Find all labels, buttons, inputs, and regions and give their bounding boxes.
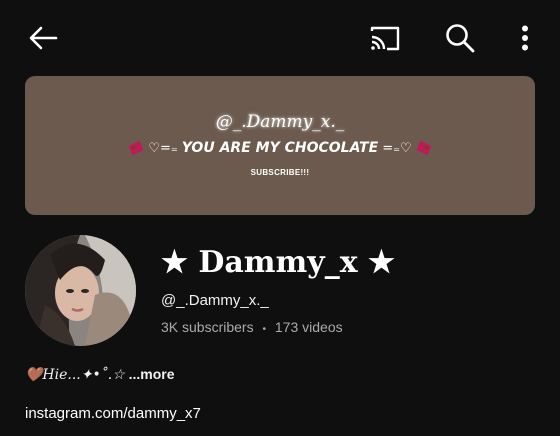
- more-vert-icon: [522, 25, 528, 51]
- channel-banner[interactable]: @_.Dammy_x._ ♡=₌ YOU ARE MY CHOCOLATE =₌…: [25, 76, 535, 215]
- description-text: 🤎Hie...✦•˚.☆: [25, 367, 125, 383]
- more-options-button[interactable]: [503, 16, 547, 60]
- channel-link[interactable]: instagram.com/dammy_x7: [25, 405, 201, 422]
- channel-description[interactable]: 🤎Hie...✦•˚.☆ ...more: [25, 366, 175, 383]
- channel-name: ★ Dammy_x ★: [161, 245, 395, 280]
- top-app-bar: [0, 0, 560, 76]
- search-icon: [446, 24, 475, 53]
- stats-separator: •: [262, 324, 266, 335]
- video-count: 173 videos: [274, 319, 343, 335]
- cast-button[interactable]: [363, 16, 407, 60]
- banner-slogan: YOU ARE MY CHOCOLATE: [181, 140, 379, 156]
- banner-heart-left: ♡=₌: [148, 140, 178, 156]
- arrow-back-icon: [29, 26, 58, 50]
- back-button[interactable]: [21, 16, 65, 60]
- banner-heart-right: =₌♡: [382, 140, 412, 156]
- subscriber-count: 3K subscribers: [161, 319, 254, 335]
- avatar-image: [25, 235, 136, 346]
- cast-icon: [370, 26, 400, 51]
- chocolate-bar-icon: [416, 141, 431, 155]
- banner-slogan-line: ♡=₌ YOU ARE MY CHOCOLATE =₌♡: [25, 140, 535, 156]
- chocolate-bar-icon: [129, 141, 144, 155]
- channel-handle: @_.Dammy_x._: [161, 292, 269, 309]
- channel-stats: 3K subscribers • 173 videos: [161, 319, 343, 335]
- banner-subscribe-text: SUBSCRIBE!!!: [250, 168, 310, 177]
- search-button[interactable]: [438, 16, 482, 60]
- more-button[interactable]: ...more: [129, 366, 175, 382]
- banner-handle: @_.Dammy_x._: [215, 112, 345, 132]
- channel-avatar[interactable]: [25, 235, 136, 346]
